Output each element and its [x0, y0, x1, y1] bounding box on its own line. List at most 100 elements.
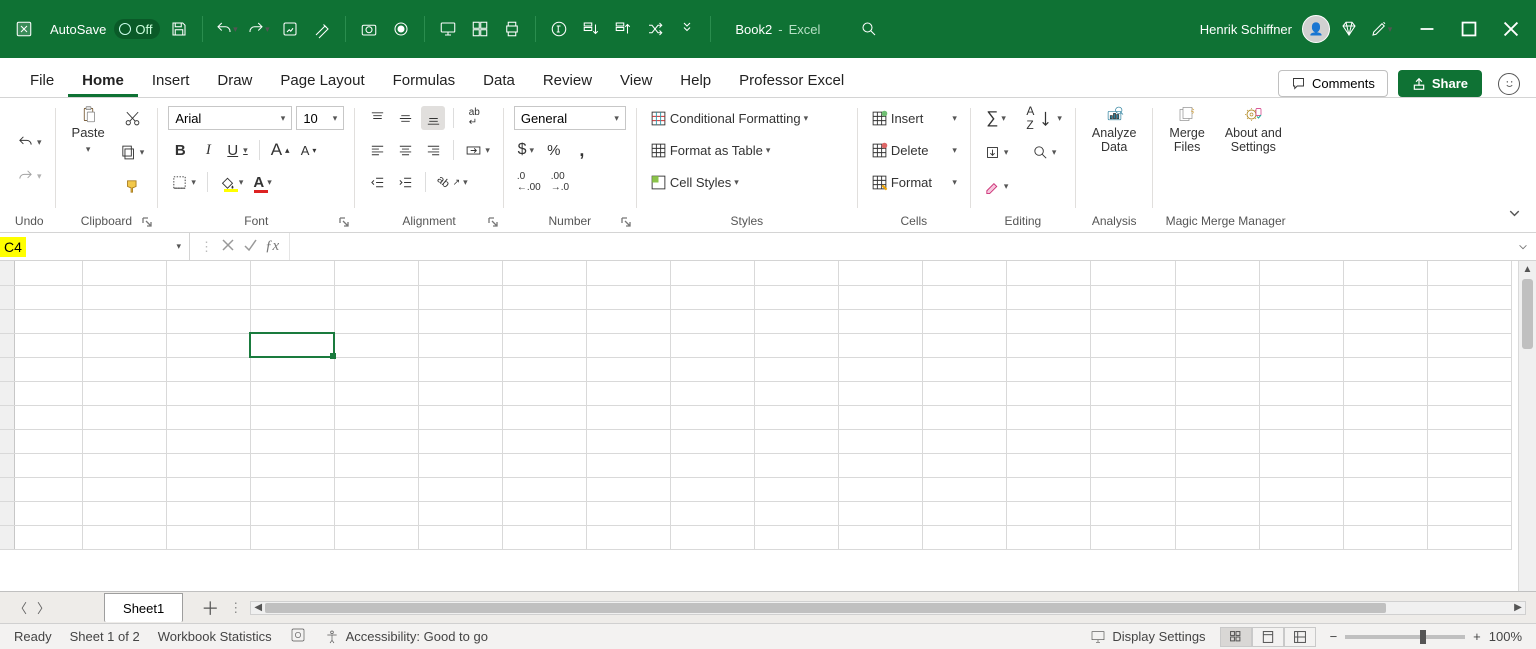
cell[interactable] — [839, 501, 923, 525]
fill-color-button[interactable]: ▾ — [216, 170, 247, 194]
cell[interactable] — [1259, 381, 1343, 405]
cell[interactable] — [1091, 453, 1175, 477]
cell[interactable] — [1007, 501, 1091, 525]
cell[interactable] — [1343, 285, 1427, 309]
cell-grid[interactable] — [0, 261, 1518, 591]
cell[interactable] — [418, 309, 502, 333]
cell[interactable] — [334, 477, 418, 501]
collapse-ribbon-button[interactable] — [1502, 200, 1526, 224]
cell[interactable] — [671, 309, 755, 333]
cell[interactable] — [1427, 381, 1511, 405]
accessibility-status[interactable]: Accessibility: Good to go — [324, 629, 488, 645]
cell[interactable] — [586, 285, 670, 309]
cell[interactable] — [82, 525, 166, 549]
zoom-out-button[interactable]: − — [1330, 629, 1338, 644]
cell[interactable] — [334, 357, 418, 381]
macro-icon[interactable] — [290, 627, 306, 646]
cell[interactable] — [839, 429, 923, 453]
name-box[interactable]: C4 — [0, 237, 26, 257]
cell[interactable] — [1175, 429, 1259, 453]
cell[interactable] — [1427, 525, 1511, 549]
cell[interactable] — [1343, 477, 1427, 501]
cell[interactable] — [166, 453, 250, 477]
sheet-tab-split[interactable]: ⋮ — [229, 600, 242, 616]
quick-icon-sort[interactable] — [578, 16, 604, 42]
search-icon[interactable] — [856, 16, 882, 42]
cell[interactable] — [0, 501, 14, 525]
cell[interactable] — [923, 261, 1007, 285]
cell[interactable] — [586, 357, 670, 381]
cell[interactable] — [1427, 405, 1511, 429]
cell[interactable] — [418, 477, 502, 501]
cell[interactable] — [334, 381, 418, 405]
cell[interactable] — [14, 357, 82, 381]
cell[interactable] — [250, 285, 334, 309]
cell[interactable] — [1091, 501, 1175, 525]
cell[interactable] — [0, 525, 14, 549]
cell[interactable] — [1091, 429, 1175, 453]
cell[interactable] — [166, 381, 250, 405]
cell[interactable] — [1343, 405, 1427, 429]
cell[interactable] — [923, 381, 1007, 405]
cell[interactable] — [14, 477, 82, 501]
cell[interactable] — [166, 357, 250, 381]
cell[interactable] — [1175, 453, 1259, 477]
quick-icon-windows[interactable] — [467, 16, 493, 42]
cell[interactable] — [250, 261, 334, 285]
cell[interactable] — [166, 261, 250, 285]
cell[interactable] — [334, 525, 418, 549]
cell[interactable] — [671, 453, 755, 477]
cell[interactable] — [418, 525, 502, 549]
cell[interactable] — [755, 309, 839, 333]
borders-button[interactable]: ▾ — [168, 170, 199, 194]
cell[interactable] — [1259, 357, 1343, 381]
cell[interactable] — [250, 357, 334, 381]
cell[interactable] — [671, 501, 755, 525]
cell[interactable] — [923, 453, 1007, 477]
cell[interactable] — [839, 261, 923, 285]
clear-button[interactable]: ▾ — [981, 174, 1012, 198]
font-name-combo[interactable]: Arial▾ — [168, 106, 292, 130]
cell[interactable] — [1007, 429, 1091, 453]
italic-button[interactable]: I — [196, 138, 220, 162]
cell[interactable] — [1091, 405, 1175, 429]
share-button[interactable]: Share — [1398, 70, 1482, 97]
cell[interactable] — [839, 381, 923, 405]
conditional-formatting-button[interactable]: Conditional Formatting▾ — [647, 106, 847, 130]
grow-font-button[interactable]: A▴ — [268, 138, 293, 162]
cell[interactable] — [14, 501, 82, 525]
cell[interactable] — [1007, 261, 1091, 285]
cell[interactable] — [334, 333, 418, 357]
menu-tab-formulas[interactable]: Formulas — [379, 64, 470, 97]
expand-formula-bar-button[interactable] — [1510, 233, 1536, 260]
cell[interactable] — [923, 525, 1007, 549]
pen-icon[interactable]: ▾ — [1368, 16, 1394, 42]
cell[interactable] — [334, 405, 418, 429]
cell[interactable] — [502, 525, 586, 549]
menu-tab-data[interactable]: Data — [469, 64, 529, 97]
cell[interactable] — [923, 477, 1007, 501]
find-button[interactable]: ▾ — [1023, 140, 1065, 164]
cell[interactable] — [1259, 405, 1343, 429]
cell[interactable] — [755, 381, 839, 405]
cell[interactable] — [502, 429, 586, 453]
cell[interactable] — [923, 501, 1007, 525]
format-as-table-button[interactable]: Format as Table▾ — [647, 138, 847, 162]
zoom-slider[interactable] — [1345, 635, 1465, 639]
cell[interactable] — [82, 309, 166, 333]
cell[interactable] — [418, 501, 502, 525]
prev-sheet-button[interactable]: 〈 — [14, 598, 27, 617]
cell[interactable] — [755, 501, 839, 525]
merge-files-button[interactable]: Merge Files — [1163, 102, 1210, 159]
number-dialog-launcher[interactable] — [620, 216, 632, 228]
cell[interactable] — [14, 453, 82, 477]
quick-icon-filter[interactable] — [610, 16, 636, 42]
cell[interactable] — [586, 501, 670, 525]
cell[interactable] — [418, 285, 502, 309]
page-layout-view-button[interactable] — [1252, 627, 1284, 647]
cell[interactable] — [82, 357, 166, 381]
undo-icon[interactable]: ▾ — [213, 16, 239, 42]
cell[interactable] — [1259, 453, 1343, 477]
accounting-button[interactable]: $▾ — [514, 138, 538, 162]
vertical-scrollbar[interactable]: ▲ — [1518, 261, 1536, 591]
